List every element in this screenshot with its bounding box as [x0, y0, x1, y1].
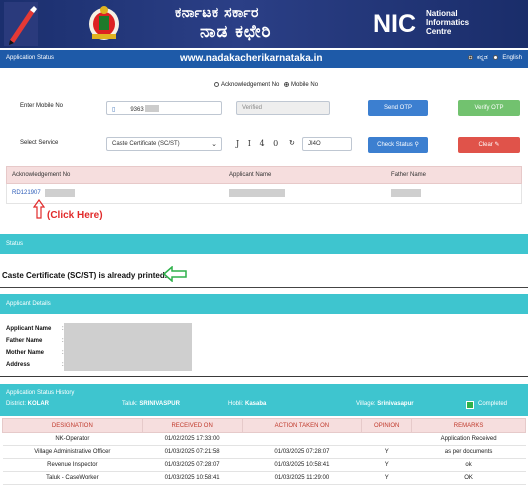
verify-otp-button[interactable]: Verify OTP — [458, 100, 520, 116]
hobli-info: Hobli: Kasaba — [228, 401, 267, 407]
history-title: Application Status History — [6, 390, 75, 396]
label-mother-name: Mother Name — [6, 350, 45, 356]
table-row: NK-Operator 01/02/2025 17:33:00 Applicatio… — [2, 432, 526, 446]
col-remarks: REMARKS — [411, 418, 526, 433]
nic-logo-icon: NIC — [373, 10, 416, 35]
taluk-info: Taluk: SRINIVASPUR — [122, 401, 180, 407]
header-banner: ಕರ್ನಾಟಕ ಸರ್ಕಾರ ನಾಡ ಕಛೇರಿ NIC National In… — [0, 0, 528, 48]
col-opinion: OPINION — [361, 418, 413, 433]
language-selector[interactable]: ಕನ್ನಡ English — [466, 55, 522, 62]
lang-kannada-label: ಕನ್ನಡ — [476, 55, 488, 61]
eraser-icon: ✎ — [494, 142, 500, 148]
header-ack: Acknowledgement No — [12, 172, 71, 178]
status-title: Status — [6, 241, 24, 247]
results-table: Acknowledgement No Applicant Name Father… — [6, 166, 522, 204]
click-here-annotation: (Click Here) — [47, 210, 103, 221]
clear-button[interactable]: Clear ✎ — [458, 137, 520, 153]
radio-mobile[interactable] — [284, 82, 290, 87]
completed-legend-swatch — [466, 401, 474, 409]
service-select[interactable]: Caste Certificate (SC/ST) ⌄ — [106, 137, 222, 151]
divider — [0, 287, 528, 288]
radio-acknowledgement[interactable] — [214, 82, 219, 87]
pen-emblem-icon — [4, 2, 38, 46]
check-status-button[interactable]: Check Status ⚲ — [368, 137, 428, 153]
karnataka-seal-icon — [89, 6, 119, 40]
table-row: Revenue Inspector 01/03/2025 07:28:07 01/0… — [2, 458, 526, 472]
send-otp-button[interactable]: Send OTP — [368, 100, 428, 116]
site-url: www.nadakacherikarnataka.in — [180, 53, 323, 64]
radio-kannada[interactable] — [467, 55, 473, 60]
completed-legend-label: Completed — [478, 401, 508, 407]
table-row: Taluk - CaseWorker 01/03/2025 10:58:41 01/… — [2, 471, 526, 485]
label-applicant-name: Applicant Name — [6, 326, 52, 332]
status-message: Caste Certificate (SC/ST) is already pri… — [2, 271, 167, 280]
top-bar: Application Status www.nadakacherikarnat… — [0, 50, 528, 68]
village-info: Village: Srinivasapur — [356, 401, 414, 407]
label-father-name: Father Name — [6, 338, 43, 344]
header-title-line2: ನಾಡ ಕಛೇರಿ — [200, 22, 272, 42]
otp-verified-field[interactable]: Verified — [236, 101, 330, 115]
search-type-radios: Acknowledgement No Mobile No — [214, 82, 318, 88]
arrow-up-icon — [33, 199, 45, 219]
lang-english-label: English — [502, 55, 522, 61]
arrow-left-icon — [163, 266, 187, 282]
redacted-applicant-details — [64, 323, 192, 371]
search-icon: ⚲ — [414, 142, 419, 148]
history-section-bar: Application Status History — [0, 384, 528, 416]
applicant-section-bar: Applicant Details — [0, 294, 528, 314]
header-applicant: Applicant Name — [229, 172, 272, 178]
svg-text:NIC: NIC — [373, 10, 416, 35]
nic-line2: Informatics — [426, 18, 470, 27]
chevron-down-icon: ⌄ — [211, 141, 217, 148]
captcha-input[interactable]: JI4O — [302, 137, 352, 151]
applicant-title: Applicant Details — [6, 301, 51, 307]
redacted-father — [391, 189, 421, 197]
nic-text: National Informatics Centre — [426, 9, 469, 36]
col-received-on: RECEIVED ON — [141, 418, 243, 433]
application-status-label: Application Status — [6, 55, 55, 61]
district-info: District: KOLAR — [6, 401, 50, 407]
captcha-image: J I 4 0 — [236, 139, 282, 148]
radio-mobile-label: Mobile No — [291, 82, 319, 88]
col-action-taken: ACTION TAKEN ON — [241, 418, 363, 433]
redacted-applicant — [229, 189, 285, 197]
nic-line3: Centre — [426, 27, 452, 36]
label-address: Address — [6, 362, 31, 368]
mobile-input[interactable]: ▯ 9363 — [106, 101, 222, 115]
radio-ack-label: Acknowledgement No — [221, 82, 280, 88]
header-title-line1: ಕರ್ನಾಟಕ ಸರ್ಕಾರ — [175, 5, 259, 21]
results-header: Acknowledgement No Applicant Name Father… — [6, 166, 522, 184]
redacted-ack — [45, 189, 75, 197]
col-designation: DESIGNATION — [2, 418, 143, 433]
refresh-captcha-icon[interactable]: ↻ — [289, 139, 295, 147]
ack-link[interactable]: RD121907 — [12, 190, 41, 196]
service-label: Select Service — [20, 140, 59, 146]
status-section-bar: Status — [0, 234, 528, 254]
divider — [0, 376, 528, 377]
history-table: DESIGNATION RECEIVED ON ACTION TAKEN ON … — [2, 418, 526, 485]
radio-english[interactable] — [493, 55, 499, 60]
nic-line1: National — [426, 9, 458, 18]
header-father: Father Name — [391, 172, 427, 178]
result-row[interactable]: RD121907 — [6, 184, 522, 204]
table-row: Village Administrative Officer 01/03/2025… — [2, 445, 526, 459]
mobile-label: Enter Mobile No — [20, 103, 64, 109]
